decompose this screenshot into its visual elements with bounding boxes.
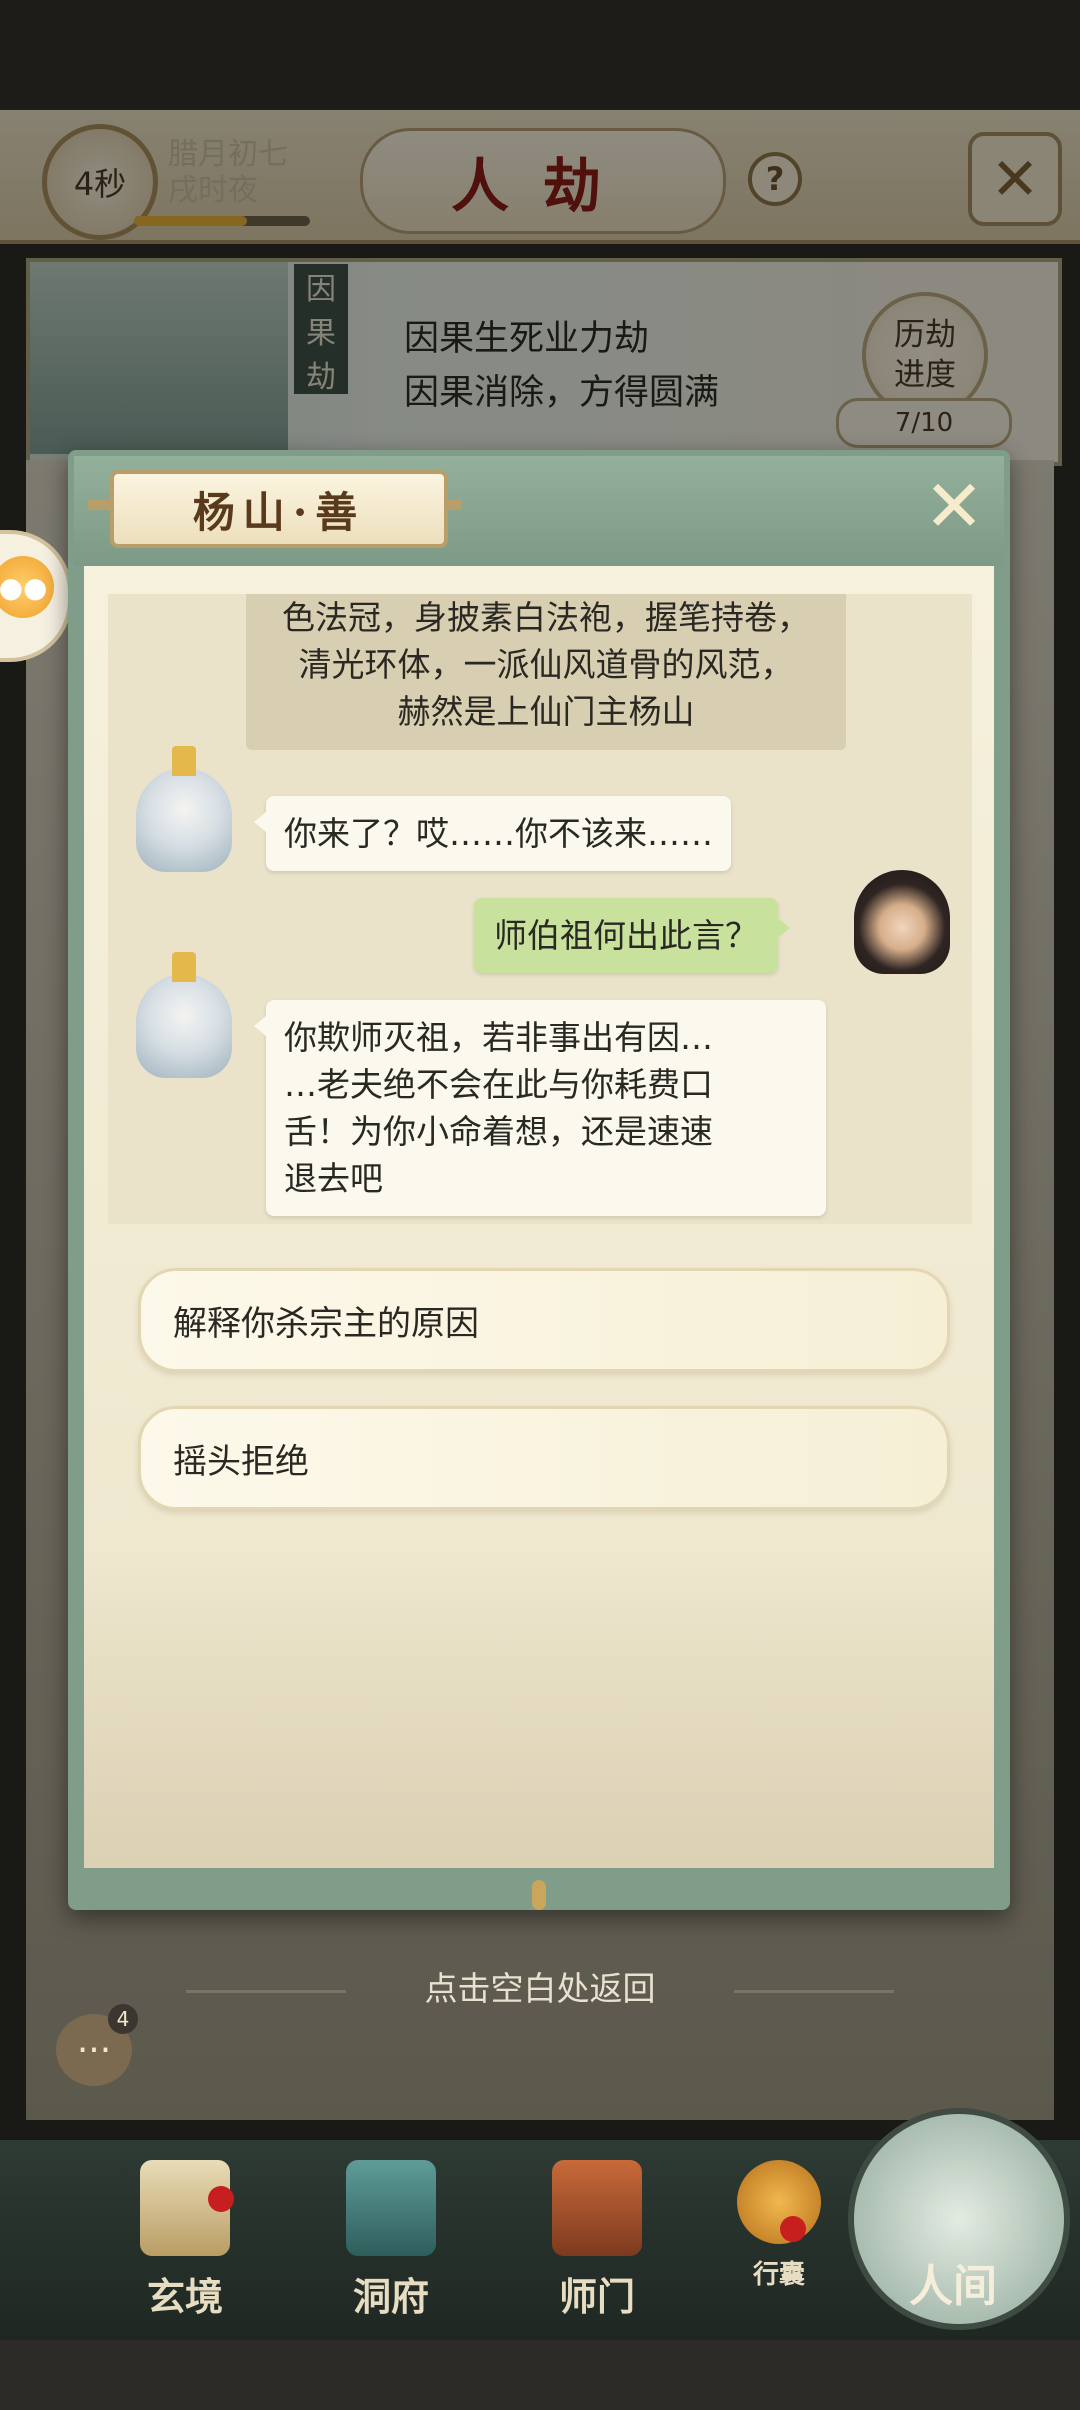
chat-unread-badge: 4 xyxy=(108,2004,138,2034)
message-line: …老夫绝不会在此与你耗费口 xyxy=(284,1065,713,1104)
notification-dot xyxy=(780,2216,806,2242)
choice-label: 摇头拒绝 xyxy=(173,1441,309,1482)
plate-ornament xyxy=(88,500,110,510)
message-bubble: 你来了？哎……你不该来…… xyxy=(254,796,731,871)
message-line: 你欺师灭祖，若非事出有因… xyxy=(284,1018,713,1057)
nav-label: 洞府 xyxy=(352,2274,429,2319)
pavilion-icon xyxy=(346,2160,436,2256)
pouch-icon xyxy=(737,2160,821,2244)
dialog-close-icon[interactable]: ✕ xyxy=(918,464,990,548)
nav-item-xingnang[interactable]: 行囊 xyxy=(704,2160,854,2330)
status-bar xyxy=(0,0,1080,110)
choice-label: 解释你杀宗主的原因 xyxy=(173,1303,479,1344)
nav-item-xuanjing[interactable]: 玄境 xyxy=(110,2160,260,2330)
nav-label: 行囊 xyxy=(752,2260,805,2290)
nav-item-dongfu[interactable]: 洞府 xyxy=(316,2160,466,2330)
elder-avatar xyxy=(136,974,232,1078)
elder-crown-icon xyxy=(172,952,196,982)
elder-avatar xyxy=(136,768,232,872)
message-text: 师伯祖何出此言？ xyxy=(494,916,758,955)
ink-landscape-decoration xyxy=(84,1550,994,1868)
dialog-scroll-knob xyxy=(532,1880,546,1910)
elder-crown-icon xyxy=(172,746,196,776)
message-text: 你来了？哎……你不该来…… xyxy=(284,814,713,853)
banner-flag-icon xyxy=(552,2160,642,2256)
nav-item-renjian[interactable]: 人间 xyxy=(878,2240,1028,2410)
nav-label: 人间 xyxy=(909,2261,997,2312)
narration-box: 色法冠，身披素白法袍，握笔持卷， 清光环体，一派仙风道骨的风范， 赫然是上仙门主… xyxy=(246,594,846,750)
message-line: 退去吧 xyxy=(284,1159,383,1198)
narration-line: 赫然是上仙门主杨山 xyxy=(397,692,695,731)
player-avatar xyxy=(854,870,950,974)
message-bubble: 你欺师灭祖，若非事出有因… …老夫绝不会在此与你耗费口 舌！为你小命着想，还是速… xyxy=(254,1000,826,1216)
speaker-name: 杨山·善 xyxy=(110,470,448,548)
narration-line: 色法冠，身披素白法袍，握笔持卷， xyxy=(282,598,810,637)
notification-dot xyxy=(208,2186,234,2212)
nav-item-shimen[interactable]: 师门 xyxy=(522,2160,672,2330)
choice-refuse-button[interactable]: 摇头拒绝 xyxy=(138,1406,950,1510)
narration-line: 清光环体，一派仙风道骨的风范， xyxy=(298,645,794,684)
player-message-bubble: 师伯祖何出此言？ xyxy=(474,898,790,973)
choice-explain-button[interactable]: 解释你杀宗主的原因 xyxy=(138,1268,950,1372)
tap-to-return-hint: 点击空白处返回 xyxy=(424,1969,656,2008)
nav-label: 师门 xyxy=(558,2274,635,2319)
nav-label: 玄境 xyxy=(146,2274,223,2319)
message-line: 舌！为你小命着想，还是速速 xyxy=(284,1112,713,1151)
